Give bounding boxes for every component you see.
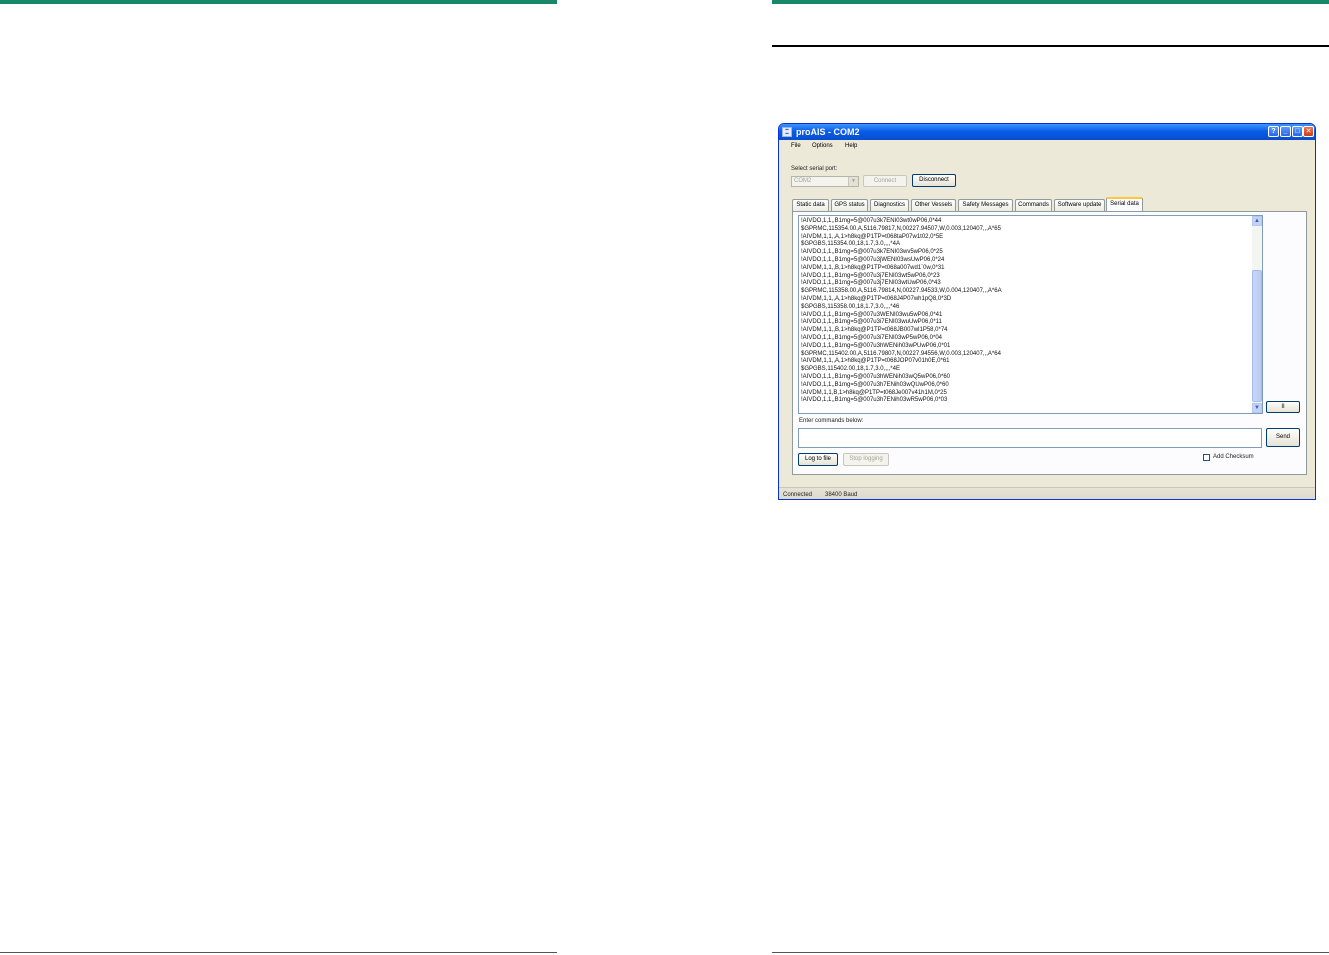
help-icon[interactable]: ? bbox=[1268, 126, 1279, 137]
log-line: !AIVDM,1,1,B,1>h8kq@P1TP=t068Je007v41h1M… bbox=[801, 389, 947, 396]
title-bar[interactable]: ▪▪ ▪▪ proAIS - COM2 ? _ □ ✕ bbox=[779, 124, 1315, 140]
tab-serial-data[interactable]: Serial data bbox=[1106, 197, 1143, 211]
add-checksum-checkbox[interactable] bbox=[1203, 454, 1210, 461]
page-footer-rule-left bbox=[0, 952, 557, 953]
page-header-rule bbox=[772, 45, 1329, 47]
connect-button[interactable]: Connect bbox=[863, 175, 907, 187]
log-line: !AIVDO,1,1,,B1mg=5@007u3k7ENI03wt0wP06,0… bbox=[801, 218, 942, 224]
log-line: $GPRMC,115354.00,A,5116.79817,N,00227.94… bbox=[801, 225, 1001, 232]
chevron-down-icon[interactable]: ▼ bbox=[848, 177, 858, 186]
maximize-icon[interactable]: □ bbox=[1292, 126, 1303, 137]
scroll-thumb[interactable] bbox=[1252, 270, 1262, 402]
log-line: !AIVDM,1,1,,A,1>h8kq@P1TP=t068taP07w1t02… bbox=[801, 233, 944, 240]
menu-bar: File Options Help bbox=[779, 140, 1315, 153]
add-checksum-label: Add Checksum bbox=[1213, 454, 1254, 460]
log-line: !AIVDO,1,1,,B1mg=5@007u3i7ENI03wuUwP06,0… bbox=[801, 319, 942, 326]
log-line: !AIVDO,1,1,,B1mg=5@007u3hWENih03wQ5wP06,… bbox=[801, 373, 951, 380]
log-line: !AIVDO,1,1,,B1mg=5@007u3jWENI03wsUwP06,0… bbox=[801, 256, 945, 263]
close-icon[interactable]: ✕ bbox=[1303, 126, 1314, 137]
log-line: $GPRMC,115358.00,A,5116.79814,N,00227.94… bbox=[801, 288, 1002, 295]
log-line: !AIVDO,1,1,,B1mg=5@007u3k7ENI03wv5wP06,0… bbox=[801, 249, 943, 256]
scroll-up-icon[interactable]: ▲ bbox=[1252, 216, 1262, 226]
log-line: !AIVDO,1,1,,B1mg=5@007u3i7ENI03wP5wP06,0… bbox=[801, 334, 943, 341]
log-line: !AIVDO,1,1,,B1mg=5@007u3WENI03wu5wP06,0*… bbox=[801, 311, 943, 318]
window-title: proAIS - COM2 bbox=[796, 127, 860, 137]
page-header-bar-left bbox=[0, 0, 557, 4]
log-line: !AIVDO,1,1,,B1mg=5@007u3hWENih03wPUwP06,… bbox=[801, 342, 951, 349]
stop-logging-button[interactable]: Stop logging bbox=[843, 453, 889, 466]
status-baud: 38400 Baud bbox=[825, 492, 858, 498]
log-line: !AIVDM,1,1,,A,1>h8kq@P1TP=t068J4P07wh1pQ… bbox=[801, 295, 952, 302]
serial-log-lines: !AIVDO,1,1,,B1mg=5@007u3k7ENI03wt0wP06,0… bbox=[801, 218, 1002, 405]
tab-commands[interactable]: Commands bbox=[1015, 199, 1052, 211]
scroll-down-icon[interactable]: ▼ bbox=[1252, 403, 1262, 413]
log-line: $GPGBS,115402.00,18,1.7,3.0,,,,*4E bbox=[801, 366, 900, 373]
log-line: $GPGBS,115358.00,18,1.7,3.0,,,,*46 bbox=[801, 303, 900, 310]
menu-help[interactable]: Help bbox=[845, 143, 857, 149]
minimize-icon[interactable]: _ bbox=[1280, 126, 1291, 137]
pause-button[interactable]: II bbox=[1266, 401, 1300, 413]
tab-static-data[interactable]: Static data bbox=[792, 199, 829, 211]
log-line: !AIVDO,1,1,,B1mg=5@007u3j7ENI03wt5wP06,0… bbox=[801, 272, 940, 279]
log-line: !AIVDM,1,1,,A,1>h8kq@P1TP=t068JOP07v01h0… bbox=[801, 358, 950, 365]
app-icon: ▪▪ ▪▪ bbox=[782, 127, 792, 137]
send-button[interactable]: Send bbox=[1266, 428, 1300, 447]
command-input[interactable] bbox=[798, 428, 1262, 448]
menu-options[interactable]: Options bbox=[812, 143, 833, 149]
serial-log-box[interactable]: !AIVDO,1,1,,B1mg=5@007u3k7ENI03wt0wP06,0… bbox=[798, 215, 1263, 414]
log-line: !AIVDM,1,1,,B,1>h8kq@P1TP=t068JB007wl1P5… bbox=[801, 327, 948, 334]
serial-port-label: Select serial port: bbox=[791, 166, 838, 172]
status-bar: Connected 38400 Baud bbox=[779, 487, 1315, 499]
tab-safety-messages[interactable]: Safety Messages bbox=[958, 199, 1013, 211]
app-window: ▪▪ ▪▪ proAIS - COM2 ? _ □ ✕ File Options … bbox=[778, 123, 1316, 500]
log-line: !AIVDO,1,1,,B1mg=5@007u3j7ENI03wtUwP06,0… bbox=[801, 280, 941, 287]
disconnect-button[interactable]: Disconnect bbox=[912, 174, 956, 187]
tab-software-update[interactable]: Software update bbox=[1054, 199, 1105, 211]
serial-data-panel: !AIVDO,1,1,,B1mg=5@007u3k7ENI03wt0wP06,0… bbox=[792, 211, 1307, 475]
serial-port-select[interactable]: COM2 ▼ bbox=[791, 176, 859, 187]
log-line: !AIVDO,1,1,,B1mg=5@007u3h7ENih03wQUwP06,… bbox=[801, 381, 949, 388]
page-footer-rule-right bbox=[772, 952, 1329, 953]
log-to-file-button[interactable]: Log to file bbox=[798, 453, 838, 466]
commands-label: Enter commands below: bbox=[799, 418, 864, 424]
serial-port-value: COM2 bbox=[794, 178, 812, 184]
status-connection: Connected bbox=[783, 492, 813, 498]
log-line: !AIVDM,1,1,,B,1>h8kq@P1TP=t068a007wd1`0w… bbox=[801, 264, 945, 271]
menu-file[interactable]: File bbox=[791, 143, 801, 149]
tab-other-vessels[interactable]: Other Vessels bbox=[911, 199, 956, 211]
log-line: $GPRMC,115402.00,A,5116.79807,N,00227.94… bbox=[801, 350, 1001, 357]
tab-gps-status[interactable]: GPS status bbox=[831, 199, 868, 211]
tab-diagnostics[interactable]: Diagnostics bbox=[870, 199, 909, 211]
log-line: !AIVDO,1,1,,B1mg=5@007u3h7ENih03wR5wP06,… bbox=[801, 397, 948, 404]
page-header-bar-right bbox=[772, 0, 1329, 4]
log-line: $GPGBS,115354.00,18,1.7,3.0,,,,*4A bbox=[801, 241, 900, 248]
log-scrollbar[interactable]: ▲ ▼ bbox=[1252, 216, 1262, 413]
